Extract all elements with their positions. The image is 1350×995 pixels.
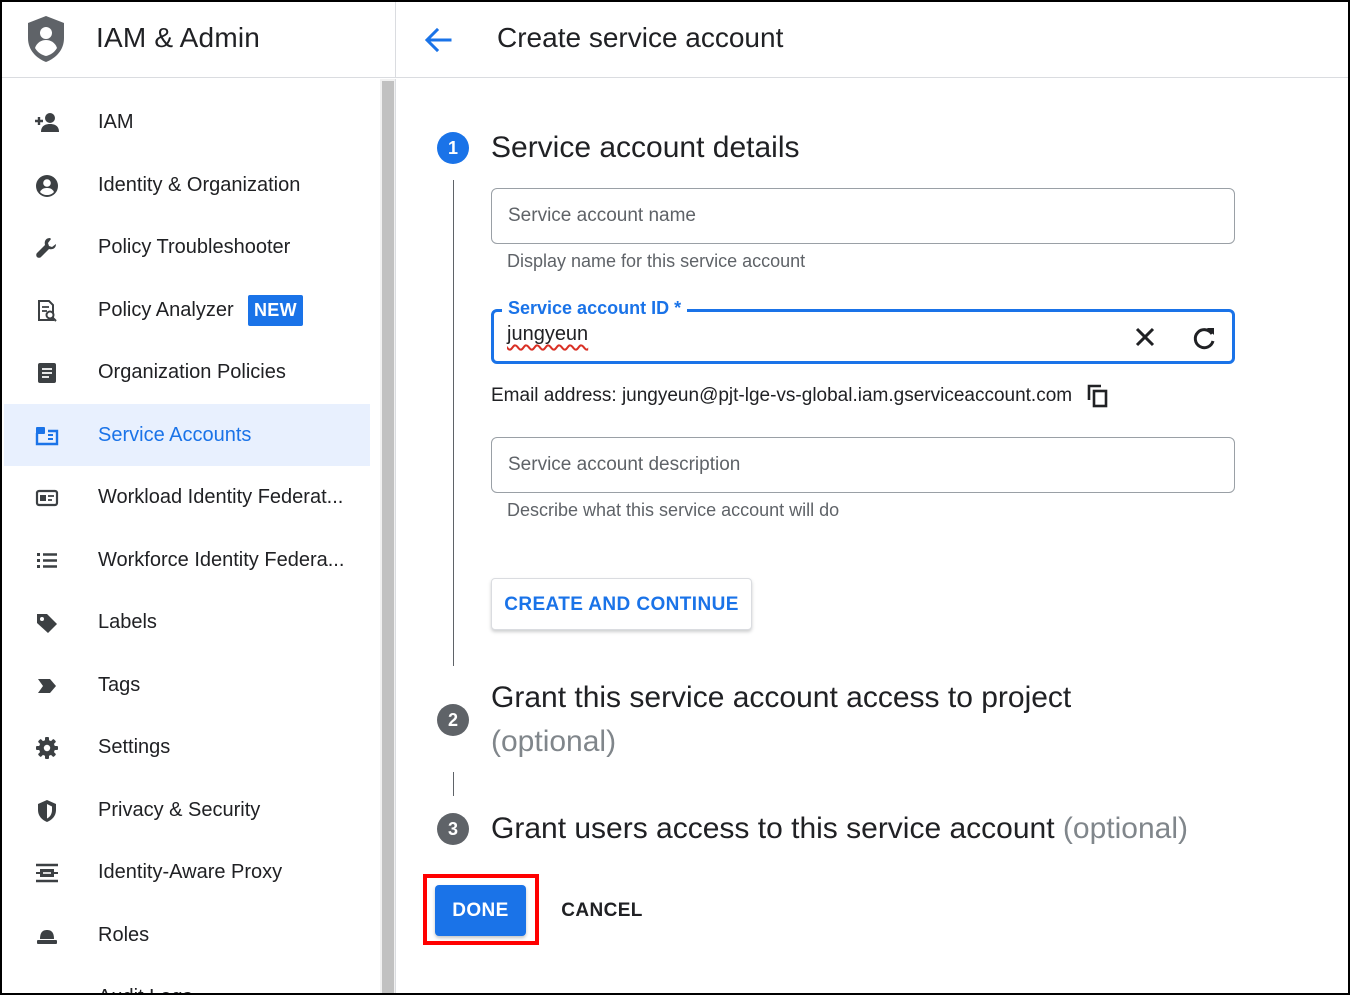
- sidebar-item-label: Workload Identity Federat...: [98, 485, 344, 508]
- document-list-icon: [38, 363, 56, 383]
- email-address-text: Email address: jungyeun@pjt-lge-vs-globa…: [491, 385, 1073, 406]
- sidebar-item-label: Organization Policies: [98, 360, 286, 383]
- sidebar-item-label: Identity-Aware Proxy: [98, 860, 283, 883]
- policy-analyzer-icon: [38, 300, 57, 322]
- step-2-title[interactable]: Grant this service account access to pro…: [491, 676, 1071, 764]
- shield-icon: [38, 800, 56, 822]
- sidebar-item-label: Labels: [98, 610, 157, 633]
- sidebar-item-workload-identity[interactable]: Workload Identity Federat...: [4, 466, 370, 528]
- sidebar-item-privacy-security[interactable]: Privacy & Security: [4, 779, 370, 841]
- new-badge: NEW: [248, 295, 303, 326]
- step-optional-label: (optional): [1062, 812, 1188, 845]
- sidebar-item-label: IAM: [98, 110, 134, 133]
- copy-icon[interactable]: [1086, 383, 1110, 409]
- account-circle-icon: [36, 175, 58, 197]
- page-header: Create service account: [396, 2, 1348, 78]
- sidebar-item-service-accounts[interactable]: Service Accounts: [4, 404, 370, 466]
- sidebar-item-audit-logs[interactable]: Audit Logs: [4, 966, 370, 995]
- label-tag-icon: [37, 614, 57, 633]
- sidebar-scrollbar[interactable]: [380, 79, 396, 993]
- product-title: IAM & Admin: [96, 22, 261, 53]
- sidebar-item-policy-troubleshooter[interactable]: Policy Troubleshooter: [4, 216, 370, 278]
- step-3-number: 3: [437, 813, 469, 845]
- sidebar-item-iam[interactable]: IAM: [4, 91, 370, 153]
- wrench-icon: [36, 238, 56, 258]
- sidebar-item-settings[interactable]: Settings: [4, 716, 370, 778]
- app-frame: IAM & Admin Create service account IAM I…: [0, 0, 1350, 995]
- sidebar-item-label: Privacy & Security: [98, 798, 261, 821]
- service-account-icon: [35, 427, 59, 446]
- sidebar-item-organization-policies[interactable]: Organization Policies: [4, 341, 370, 403]
- step-1-number: 1: [437, 132, 469, 164]
- sidebar-item-label: Roles: [98, 923, 150, 946]
- sidebar-item-label: Identity & Organization: [98, 173, 301, 196]
- step-title-text: Service account details: [491, 131, 800, 164]
- sidebar-item-label: Tags: [98, 673, 141, 696]
- service-account-description-placeholder: Service account description: [508, 454, 741, 475]
- step-connector: [453, 772, 454, 796]
- sidebar-item-identity-organization[interactable]: Identity & Organization: [4, 154, 370, 216]
- sidebar: IAM Identity & Organization Policy Troub…: [2, 79, 380, 995]
- sidebar-item-roles[interactable]: Roles: [4, 904, 370, 966]
- step-optional-label: (optional): [491, 725, 617, 758]
- scrollbar-thumb[interactable]: [382, 81, 394, 993]
- back-arrow-icon[interactable]: [420, 22, 456, 58]
- sidebar-item-label: Service Accounts: [98, 423, 252, 446]
- step-1-title: Service account details: [491, 126, 800, 170]
- step-title-text: Grant users access to this service accou…: [491, 812, 1055, 845]
- menu-lines-icon: [34, 985, 60, 995]
- sidebar-item-identity-aware-proxy[interactable]: Identity-Aware Proxy: [4, 841, 370, 903]
- sidebar-item-label: Audit Logs: [98, 986, 193, 994]
- sidebar-item-workforce-identity[interactable]: Workforce Identity Federa...: [4, 529, 370, 591]
- create-and-continue-button[interactable]: CREATE AND CONTINUE: [491, 578, 752, 630]
- sidebar-item-policy-analyzer[interactable]: Policy Analyzer NEW: [4, 279, 370, 341]
- sidebar-item-labels[interactable]: Labels: [4, 591, 370, 653]
- iam-shield-logo-icon: [28, 16, 64, 62]
- sidebar-item-label: Settings: [98, 735, 171, 758]
- service-account-description-field[interactable]: Service account description: [491, 437, 1235, 493]
- id-card-icon: [35, 489, 59, 507]
- sidebar-item-label: Policy Troubleshooter: [98, 235, 291, 258]
- tag-arrow-icon: [38, 679, 56, 693]
- gear-icon: [36, 737, 58, 759]
- service-account-name-field[interactable]: Service account name: [491, 188, 1235, 244]
- service-account-name-placeholder: Service account name: [508, 205, 696, 226]
- clear-icon[interactable]: [1132, 324, 1158, 350]
- step-connector: [453, 180, 454, 666]
- page-title: Create service account: [497, 22, 784, 53]
- service-account-id-label: Service account ID *: [502, 298, 688, 319]
- refresh-icon[interactable]: [1190, 324, 1218, 352]
- step-title-text: Grant this service account access to pro…: [491, 681, 1072, 714]
- cancel-button[interactable]: CANCEL: [547, 885, 657, 936]
- description-helper-text: Describe what this service account will …: [507, 500, 840, 520]
- sidebar-item-label: Workforce Identity Federa...: [98, 548, 345, 571]
- step-3-title[interactable]: Grant users access to this service accou…: [491, 807, 1188, 851]
- person-add-icon: [35, 113, 59, 132]
- proxy-icon: [36, 863, 58, 883]
- step-2-number: 2: [437, 704, 469, 736]
- hat-icon: [37, 930, 57, 944]
- done-button[interactable]: DONE: [435, 885, 526, 936]
- sidebar-item-tags[interactable]: Tags: [4, 654, 370, 716]
- product-header: IAM & Admin: [2, 2, 396, 78]
- name-helper-text: Display name for this service account: [507, 251, 806, 271]
- service-account-id-value: jungyeun: [507, 323, 589, 345]
- sidebar-item-label: Policy Analyzer: [98, 298, 234, 321]
- list-icon: [37, 553, 57, 568]
